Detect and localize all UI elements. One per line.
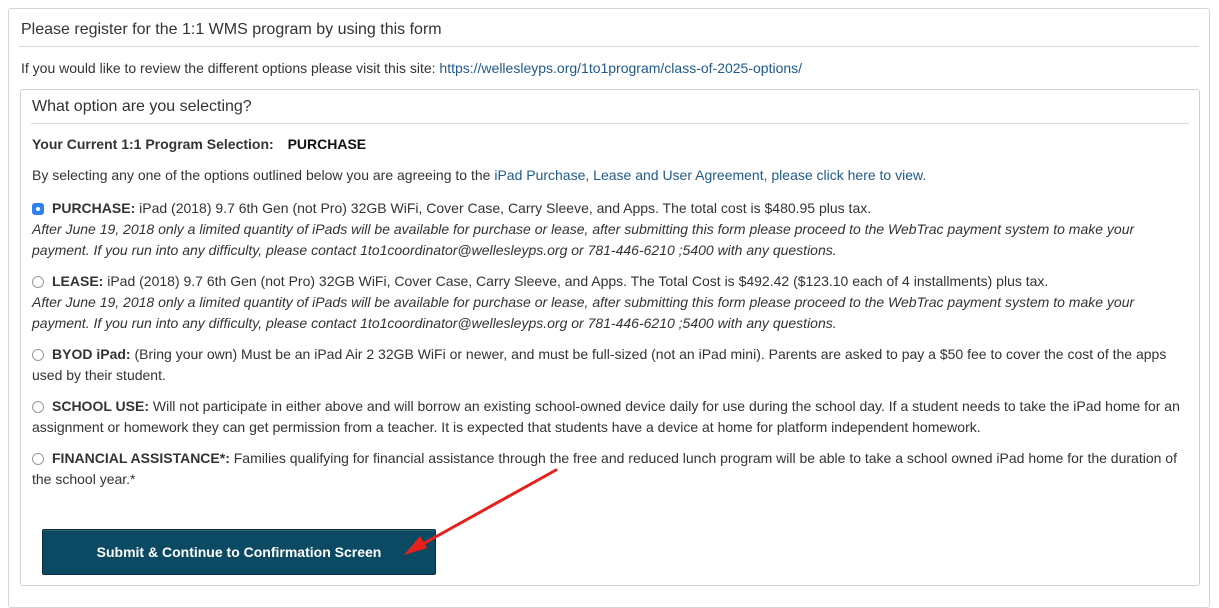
radio-byod[interactable]: [32, 349, 44, 361]
radio-school-use[interactable]: [32, 401, 44, 413]
divider: [31, 123, 1189, 124]
option-text: (Bring your own) Must be an iPad Air 2 3…: [32, 346, 1167, 383]
intro-label: If you would like to review the differen…: [21, 60, 436, 76]
panel-title: Please register for the 1:1 WMS program …: [21, 21, 442, 38]
option-fieldset: What option are you selecting? Your Curr…: [20, 89, 1200, 586]
option-label: PURCHASE:: [52, 200, 136, 216]
option-label: LEASE:: [52, 273, 104, 289]
option-byod[interactable]: BYOD iPad: (Bring your own) Must be an i…: [32, 344, 1184, 386]
option-label: BYOD iPad:: [52, 346, 131, 362]
divider: [19, 46, 1199, 47]
fieldset-title: What option are you selecting?: [32, 98, 252, 115]
radio-financial-assistance[interactable]: [32, 453, 44, 465]
submit-button[interactable]: Submit & Continue to Confirmation Screen: [42, 529, 436, 575]
option-school-use[interactable]: SCHOOL USE: Will not participate in eith…: [32, 396, 1184, 438]
registration-panel: Please register for the 1:1 WMS program …: [8, 8, 1210, 608]
option-lease[interactable]: LEASE: iPad (2018) 9.7 6th Gen (not Pro)…: [32, 271, 1184, 334]
option-text: Will not participate in either above and…: [32, 398, 1180, 435]
agreement-prefix: By selecting any one of the options outl…: [32, 167, 491, 183]
intro-text: If you would like to review the differen…: [21, 60, 802, 76]
option-note: After June 19, 2018 only a limited quant…: [32, 294, 1135, 331]
current-selection: Your Current 1:1 Program Selection: PURC…: [32, 136, 366, 152]
option-text: iPad (2018) 9.7 6th Gen (not Pro) 32GB W…: [139, 200, 872, 216]
options-link[interactable]: https://wellesleyps.org/1to1program/clas…: [439, 60, 802, 76]
radio-lease[interactable]: [32, 276, 44, 288]
agreement-link[interactable]: iPad Purchase, Lease and User Agreement,…: [494, 167, 926, 183]
option-label: FINANCIAL ASSISTANCE*:: [52, 450, 230, 466]
radio-purchase[interactable]: [32, 203, 44, 215]
option-note: After June 19, 2018 only a limited quant…: [32, 221, 1135, 258]
option-label: SCHOOL USE:: [52, 398, 149, 414]
agreement-text: By selecting any one of the options outl…: [32, 167, 926, 183]
current-selection-label: Your Current 1:1 Program Selection:: [32, 136, 274, 152]
option-text: iPad (2018) 9.7 6th Gen (not Pro) 32GB W…: [107, 273, 1049, 289]
current-selection-value: PURCHASE: [287, 136, 367, 152]
option-purchase[interactable]: PURCHASE: iPad (2018) 9.7 6th Gen (not P…: [32, 198, 1184, 261]
option-financial-assistance[interactable]: FINANCIAL ASSISTANCE*: Families qualifyi…: [32, 448, 1184, 490]
